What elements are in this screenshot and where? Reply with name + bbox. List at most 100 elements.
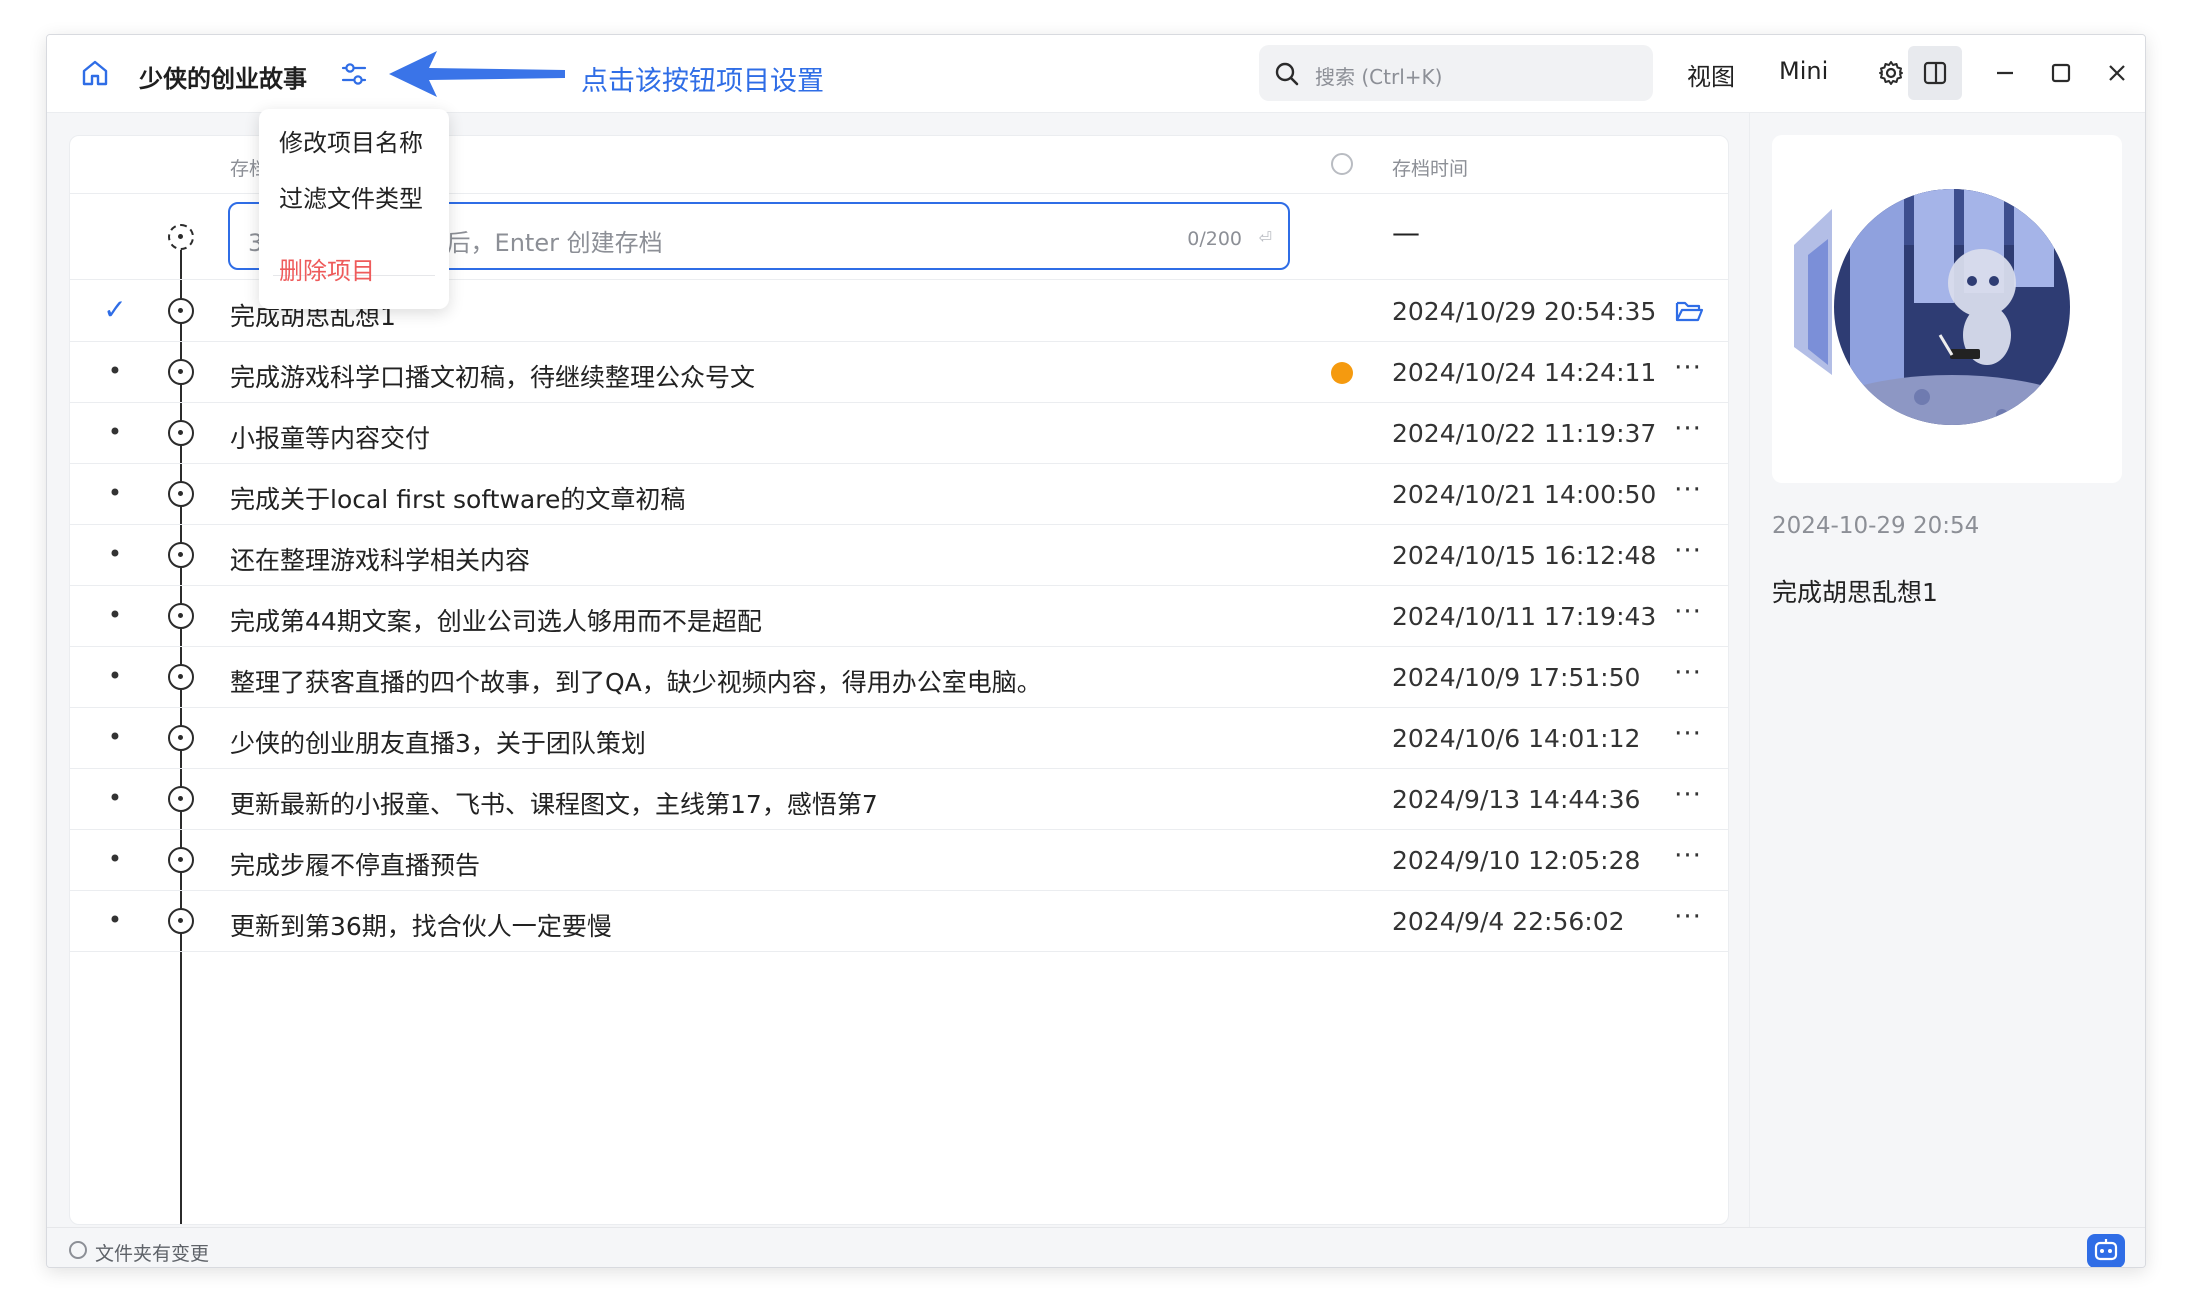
menu-delete-project[interactable]: 删除项目: [279, 251, 375, 286]
archive-time: 2024/10/29 20:54:35: [1392, 297, 1657, 326]
bullet-icon: •: [107, 906, 123, 934]
archive-row[interactable]: • 整理了获客直播的四个故事，到了QA，缺少视频内容，得用办公室电脑。 2024/1…: [70, 647, 1728, 708]
archive-note: 完成关于local first software的文章初稿: [230, 485, 686, 514]
archive-time: 2024/10/15 16:12:48: [1392, 541, 1657, 570]
archive-time: 2024/9/4 22:56:02: [1392, 907, 1625, 936]
timeline-node-icon: [168, 786, 194, 812]
bullet-icon: •: [107, 723, 123, 751]
archive-time: 2024/10/9 17:51:50: [1392, 663, 1641, 692]
archive-row[interactable]: • 完成第44期文案，创业公司选人够用而不是超配 2024/10/11 17:19:…: [70, 586, 1728, 647]
archive-note: 更新到第36期，找合伙人一定要慢: [230, 912, 612, 941]
preview-time: 2024-10-29 20:54: [1772, 513, 1980, 539]
timeline-node-icon: [168, 664, 194, 690]
archive-note: 完成第44期文案，创业公司选人够用而不是超配: [230, 607, 762, 636]
more-options-icon[interactable]: ···: [1668, 843, 1708, 874]
timeline-node-icon: [168, 481, 194, 507]
close-icon[interactable]: [2097, 53, 2137, 93]
timeline-node-icon: [168, 420, 194, 446]
archive-row[interactable]: • 少侠的创业朋友直播3，关于团队策划 2024/10/6 14:01:12 ···: [70, 708, 1728, 769]
mini-button[interactable]: Mini: [1779, 57, 1828, 85]
menu-rename-project[interactable]: 修改项目名称: [279, 123, 423, 158]
archive-time: 2024/10/11 17:19:43: [1392, 602, 1657, 631]
bullet-icon: •: [107, 845, 123, 873]
enter-icon: ⏎: [1258, 228, 1272, 247]
time-placeholder: —: [1392, 216, 1420, 249]
status-text: 文件夹有变更: [95, 1243, 210, 1265]
bullet-icon: •: [107, 418, 123, 446]
bullet-icon: •: [107, 540, 123, 568]
select-all-radio[interactable]: [1331, 153, 1353, 175]
bullet-icon: •: [107, 601, 123, 629]
more-options-icon[interactable]: ···: [1668, 904, 1708, 935]
archive-note: 小报童等内容交付: [230, 424, 431, 453]
archive-row[interactable]: • 还在整理游戏科学相关内容 2024/10/15 16:12:48 ···: [70, 525, 1728, 586]
app-window: 少侠的创业故事 点击该按钮项目设置 搜索 (Ctrl+K) 视图 Mini 存档…: [46, 34, 2146, 1268]
archive-row[interactable]: • 完成步履不停直播预告 2024/9/10 12:05:28 ···: [70, 830, 1728, 891]
home-icon[interactable]: [79, 57, 111, 89]
bullet-icon: •: [107, 662, 123, 690]
more-options-icon[interactable]: ···: [1668, 355, 1708, 386]
bullet-icon: •: [107, 479, 123, 507]
project-settings-icon[interactable]: [339, 59, 369, 89]
menu-filter-file-types[interactable]: 过滤文件类型: [279, 179, 423, 214]
more-options-icon[interactable]: ···: [1668, 721, 1708, 752]
more-options-icon[interactable]: ···: [1668, 416, 1708, 447]
minimize-icon[interactable]: [1985, 53, 2025, 93]
archive-note: 整理了获客直播的四个故事，到了QA，缺少视频内容，得用办公室电脑。: [230, 668, 1042, 697]
more-options-icon[interactable]: ···: [1668, 538, 1708, 569]
timeline-node-icon: [168, 847, 194, 873]
current-check-icon: ✓: [103, 293, 127, 326]
archive-row[interactable]: • 完成关于local first software的文章初稿 2024/10/21…: [70, 464, 1728, 525]
assistant-bot-icon[interactable]: [2087, 1234, 2125, 1267]
project-title: 少侠的创业故事: [139, 65, 307, 93]
archive-note: 少侠的创业朋友直播3，关于团队策划: [230, 729, 646, 758]
archive-time: 2024/9/10 12:05:28: [1392, 846, 1641, 875]
annotation-arrow: [389, 49, 569, 99]
annotation-text: 点击该按钮项目设置: [581, 66, 824, 97]
archive-row[interactable]: • 完成游戏科学口播文初稿，待继续整理公众号文 2024/10/24 14:24:1…: [70, 342, 1728, 403]
archive-row[interactable]: • 更新最新的小报童、飞书、课程图文，主线第17，感悟第7 2024/9/13 14…: [70, 769, 1728, 830]
timeline-node-icon: [168, 725, 194, 751]
archive-time: 2024/10/6 14:01:12: [1392, 724, 1641, 753]
more-options-icon[interactable]: ···: [1668, 660, 1708, 691]
search-box[interactable]: 搜索 (Ctrl+K): [1259, 45, 1653, 101]
preview-title: 完成胡思乱想1: [1772, 578, 1938, 607]
gear-icon[interactable]: [1871, 53, 1911, 93]
more-options-icon[interactable]: ···: [1668, 782, 1708, 813]
archive-row[interactable]: • 更新到第36期，找合伙人一定要慢 2024/9/4 22:56:02 ···: [70, 891, 1728, 952]
bullet-icon: •: [107, 784, 123, 812]
search-icon: [1273, 60, 1301, 88]
preview-image: [1772, 135, 2122, 483]
archive-time: 2024/10/24 14:24:11: [1392, 358, 1657, 387]
timeline-node-icon: [168, 908, 194, 934]
archive-time: 2024/10/21 14:00:50: [1392, 480, 1657, 509]
project-settings-menu: 修改项目名称 过滤文件类型 删除项目: [259, 109, 449, 309]
timeline-node-icon: [168, 603, 194, 629]
more-options-icon[interactable]: ···: [1668, 477, 1708, 508]
open-folder-icon[interactable]: [1674, 297, 1704, 325]
archive-row[interactable]: • 小报童等内容交付 2024/10/22 11:19:37 ···: [70, 403, 1728, 464]
view-button[interactable]: 视图: [1687, 57, 1735, 92]
search-placeholder: 搜索 (Ctrl+K): [1315, 65, 1443, 89]
bullet-icon: •: [107, 357, 123, 385]
char-counter: 0/200: [1187, 228, 1242, 250]
title-bar: 少侠的创业故事 点击该按钮项目设置 搜索 (Ctrl+K) 视图 Mini: [47, 35, 2145, 113]
maximize-icon[interactable]: [2041, 53, 2081, 93]
timeline-node-icon: [168, 359, 194, 385]
archive-note: 还在整理游戏科学相关内容: [230, 546, 531, 575]
header-archive-time: 存档时间: [1392, 158, 1469, 180]
pending-node-icon: [168, 224, 194, 250]
archive-note: 完成游戏科学口播文初稿，待继续整理公众号文: [230, 363, 756, 392]
archive-note: 完成步履不停直播预告: [230, 851, 481, 880]
side-panel-toggle-icon[interactable]: [1908, 46, 1962, 100]
status-dot-icon: [1331, 362, 1353, 384]
timeline-node-icon: [168, 542, 194, 568]
archive-time: 2024/9/13 14:44:36: [1392, 785, 1641, 814]
more-options-icon[interactable]: ···: [1668, 599, 1708, 630]
archive-note: 更新最新的小报童、飞书、课程图文，主线第17，感悟第7: [230, 790, 878, 819]
status-circle-icon: [69, 1241, 87, 1259]
archive-time: 2024/10/22 11:19:37: [1392, 419, 1657, 448]
timeline-node-icon: [168, 298, 194, 324]
status-bar: 文件夹有变更: [47, 1227, 2145, 1267]
preview-panel: 2024-10-29 20:54 完成胡思乱想1: [1749, 113, 2145, 1257]
